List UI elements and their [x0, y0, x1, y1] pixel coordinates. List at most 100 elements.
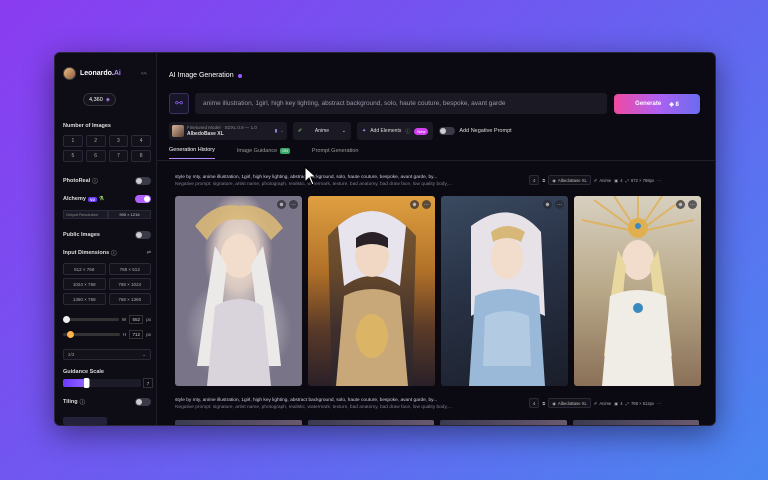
photoreal-toggle[interactable] — [135, 177, 151, 185]
height-input[interactable]: 712 — [129, 330, 144, 339]
quantity-chip: ▣ 4 — [614, 177, 623, 183]
alchemy-version-badge: V2 — [87, 196, 97, 202]
page-title: AI Image Generation — [169, 72, 242, 79]
prompt-magic-icon[interactable]: ⚯ — [169, 93, 189, 114]
generated-image-preview[interactable] — [440, 420, 567, 425]
tab-generation-history[interactable]: Generation History — [169, 147, 215, 159]
resize-icon: ⤢ — [625, 177, 629, 183]
swap-icon[interactable]: ⇄ — [147, 250, 151, 256]
width-slider-row: W 552 px — [63, 315, 151, 324]
model-chip-icon: ◉ — [552, 400, 556, 406]
image-count-option[interactable]: 2 — [85, 135, 106, 147]
generated-image[interactable]: ⊕ ⋯ — [574, 196, 701, 386]
more-options-icon[interactable]: ⋯ — [657, 401, 661, 406]
dimension-option[interactable]: 1360 × 768 — [63, 293, 106, 305]
generated-image-preview[interactable] — [175, 420, 302, 425]
public-images-label: Public Images — [63, 232, 100, 238]
copy-icon[interactable]: ⧉ — [542, 401, 545, 406]
on-badge: ON — [280, 147, 290, 154]
dimension-option[interactable]: 768 × 512 — [108, 263, 151, 275]
generated-image[interactable]: ⊕ ⋯ — [175, 196, 302, 386]
info-icon: ⓘ — [79, 400, 86, 406]
output-resolution-label: Output Resolution — [63, 209, 108, 219]
height-slider-row: H 712 px — [63, 330, 151, 339]
brush-icon: ✐ — [593, 177, 598, 183]
copy-icon[interactable]: ⧉ — [542, 178, 545, 183]
height-unit: px — [146, 332, 151, 337]
image-count-option[interactable]: 4 — [131, 135, 151, 147]
dimension-option[interactable]: 768 × 1360 — [108, 293, 151, 305]
mouse-cursor-icon — [304, 166, 318, 186]
dimension-option[interactable]: 1024 × 768 — [63, 278, 106, 290]
generated-image-preview[interactable] — [572, 420, 699, 425]
image-actions: ⊕ ⋯ — [410, 200, 431, 209]
more-options-icon[interactable]: ⋯ — [657, 178, 661, 183]
public-images-toggle[interactable] — [135, 231, 151, 239]
generation-negative-text: Negative prompt: signature, artist name,… — [175, 405, 452, 411]
style-label: Anime — [314, 128, 330, 134]
guidance-scale-input[interactable]: 7 — [143, 378, 153, 388]
info-icon: ⓘ — [405, 128, 411, 135]
dimension-option[interactable]: 768 × 1024 — [108, 278, 151, 290]
zoom-icon[interactable]: ⊕ — [676, 200, 685, 209]
portrait-figure — [581, 196, 695, 386]
width-label: W — [121, 317, 127, 322]
height-slider-knob[interactable] — [67, 331, 74, 338]
sidebar-bottom-button[interactable] — [63, 417, 107, 425]
tab-prompt-generation[interactable]: Prompt Generation — [312, 147, 358, 159]
zoom-icon[interactable]: ⊕ — [543, 200, 552, 209]
portrait-figure — [469, 212, 545, 386]
style-select[interactable]: ✐ Anime ⌄ — [293, 122, 351, 140]
guidance-scale-knob[interactable] — [84, 378, 89, 388]
token-icon: ◈ — [105, 96, 110, 103]
portrait-figure — [328, 211, 416, 386]
aspect-ratio-value: 2/3 — [68, 352, 75, 357]
size-chip: ⤢ 672 × 768px — [625, 177, 655, 183]
aspect-ratio-select[interactable]: 2/3 ⌄ — [63, 349, 151, 360]
more-icon[interactable]: ⋯ — [289, 200, 298, 209]
model-select[interactable]: Finetuned Model · SDXL 0.9 — 1.0 AlbedoB… — [169, 122, 287, 140]
more-icon[interactable]: ⋯ — [688, 200, 697, 209]
style-chip: ✐ Anime — [593, 177, 612, 183]
width-slider-knob[interactable] — [63, 316, 70, 323]
guidance-scale-slider[interactable] — [63, 379, 141, 387]
image-count-option[interactable]: 5 — [63, 150, 83, 162]
avatar[interactable] — [63, 67, 76, 80]
generated-image-preview[interactable] — [307, 420, 434, 425]
image-count-option[interactable]: 7 — [108, 150, 129, 162]
width-input[interactable]: 552 — [129, 315, 144, 324]
generation-prompt[interactable]: style by mty, anime illustration, 1girl,… — [175, 174, 525, 188]
tab-image-guidance[interactable]: Image Guidance ON — [237, 147, 290, 159]
options-row: Finetuned Model · SDXL 0.9 — 1.0 AlbedoB… — [169, 122, 512, 140]
image-count-option[interactable]: 3 — [108, 135, 129, 147]
image-count-option[interactable]: 1 — [63, 135, 83, 147]
generated-image[interactable]: ⊕ ⋯ — [441, 196, 568, 386]
prompt-input[interactable]: anime illustration, 1girl, high key ligh… — [195, 93, 607, 114]
zoom-icon[interactable]: ⊕ — [410, 200, 419, 209]
token-balance[interactable]: 4,360 ◈ — [83, 93, 116, 106]
image-count-option[interactable]: 6 — [85, 150, 106, 162]
dimension-option[interactable]: 512 × 768 — [63, 263, 106, 275]
add-elements-button[interactable]: ✦ Add Elements ⓘ New — [357, 122, 434, 140]
image-count-option[interactable]: 8 — [131, 150, 151, 162]
token-count: 4,360 — [89, 96, 103, 103]
more-icon[interactable]: ⋯ — [555, 200, 564, 209]
tiling-label: Tiling ⓘ — [63, 399, 86, 406]
zoom-icon[interactable]: ⊕ — [277, 200, 286, 209]
alchemy-toggle[interactable] — [135, 195, 151, 203]
height-slider[interactable] — [63, 331, 120, 338]
output-resolution-value[interactable]: 900 × 1216 — [108, 209, 151, 219]
collapse-sidebar-icon[interactable]: << — [141, 71, 147, 77]
generate-button[interactable]: Generate ◈ 8 — [614, 94, 700, 114]
image-actions: ⊕ ⋯ — [277, 200, 298, 209]
more-icon[interactable]: ⋯ — [422, 200, 431, 209]
generated-image[interactable]: ⊕ ⋯ — [308, 196, 435, 386]
negative-prompt-toggle[interactable] — [439, 127, 456, 135]
tiling-toggle[interactable] — [135, 398, 151, 406]
brand[interactable]: Leonardo.Ai — [63, 67, 121, 80]
width-slider[interactable] — [63, 316, 119, 323]
generation-meta: 4 ⧉ ◉ AlbedoBase XL ✐ Anime ▣ 4 ⤢ 768 × 512p… — [529, 398, 661, 408]
preset-icon: ▮ — [274, 128, 278, 133]
add-elements-label: Add Elements — [370, 128, 402, 134]
generation-prompt[interactable]: style by mty, anime illustration, 1girl,… — [175, 397, 525, 411]
